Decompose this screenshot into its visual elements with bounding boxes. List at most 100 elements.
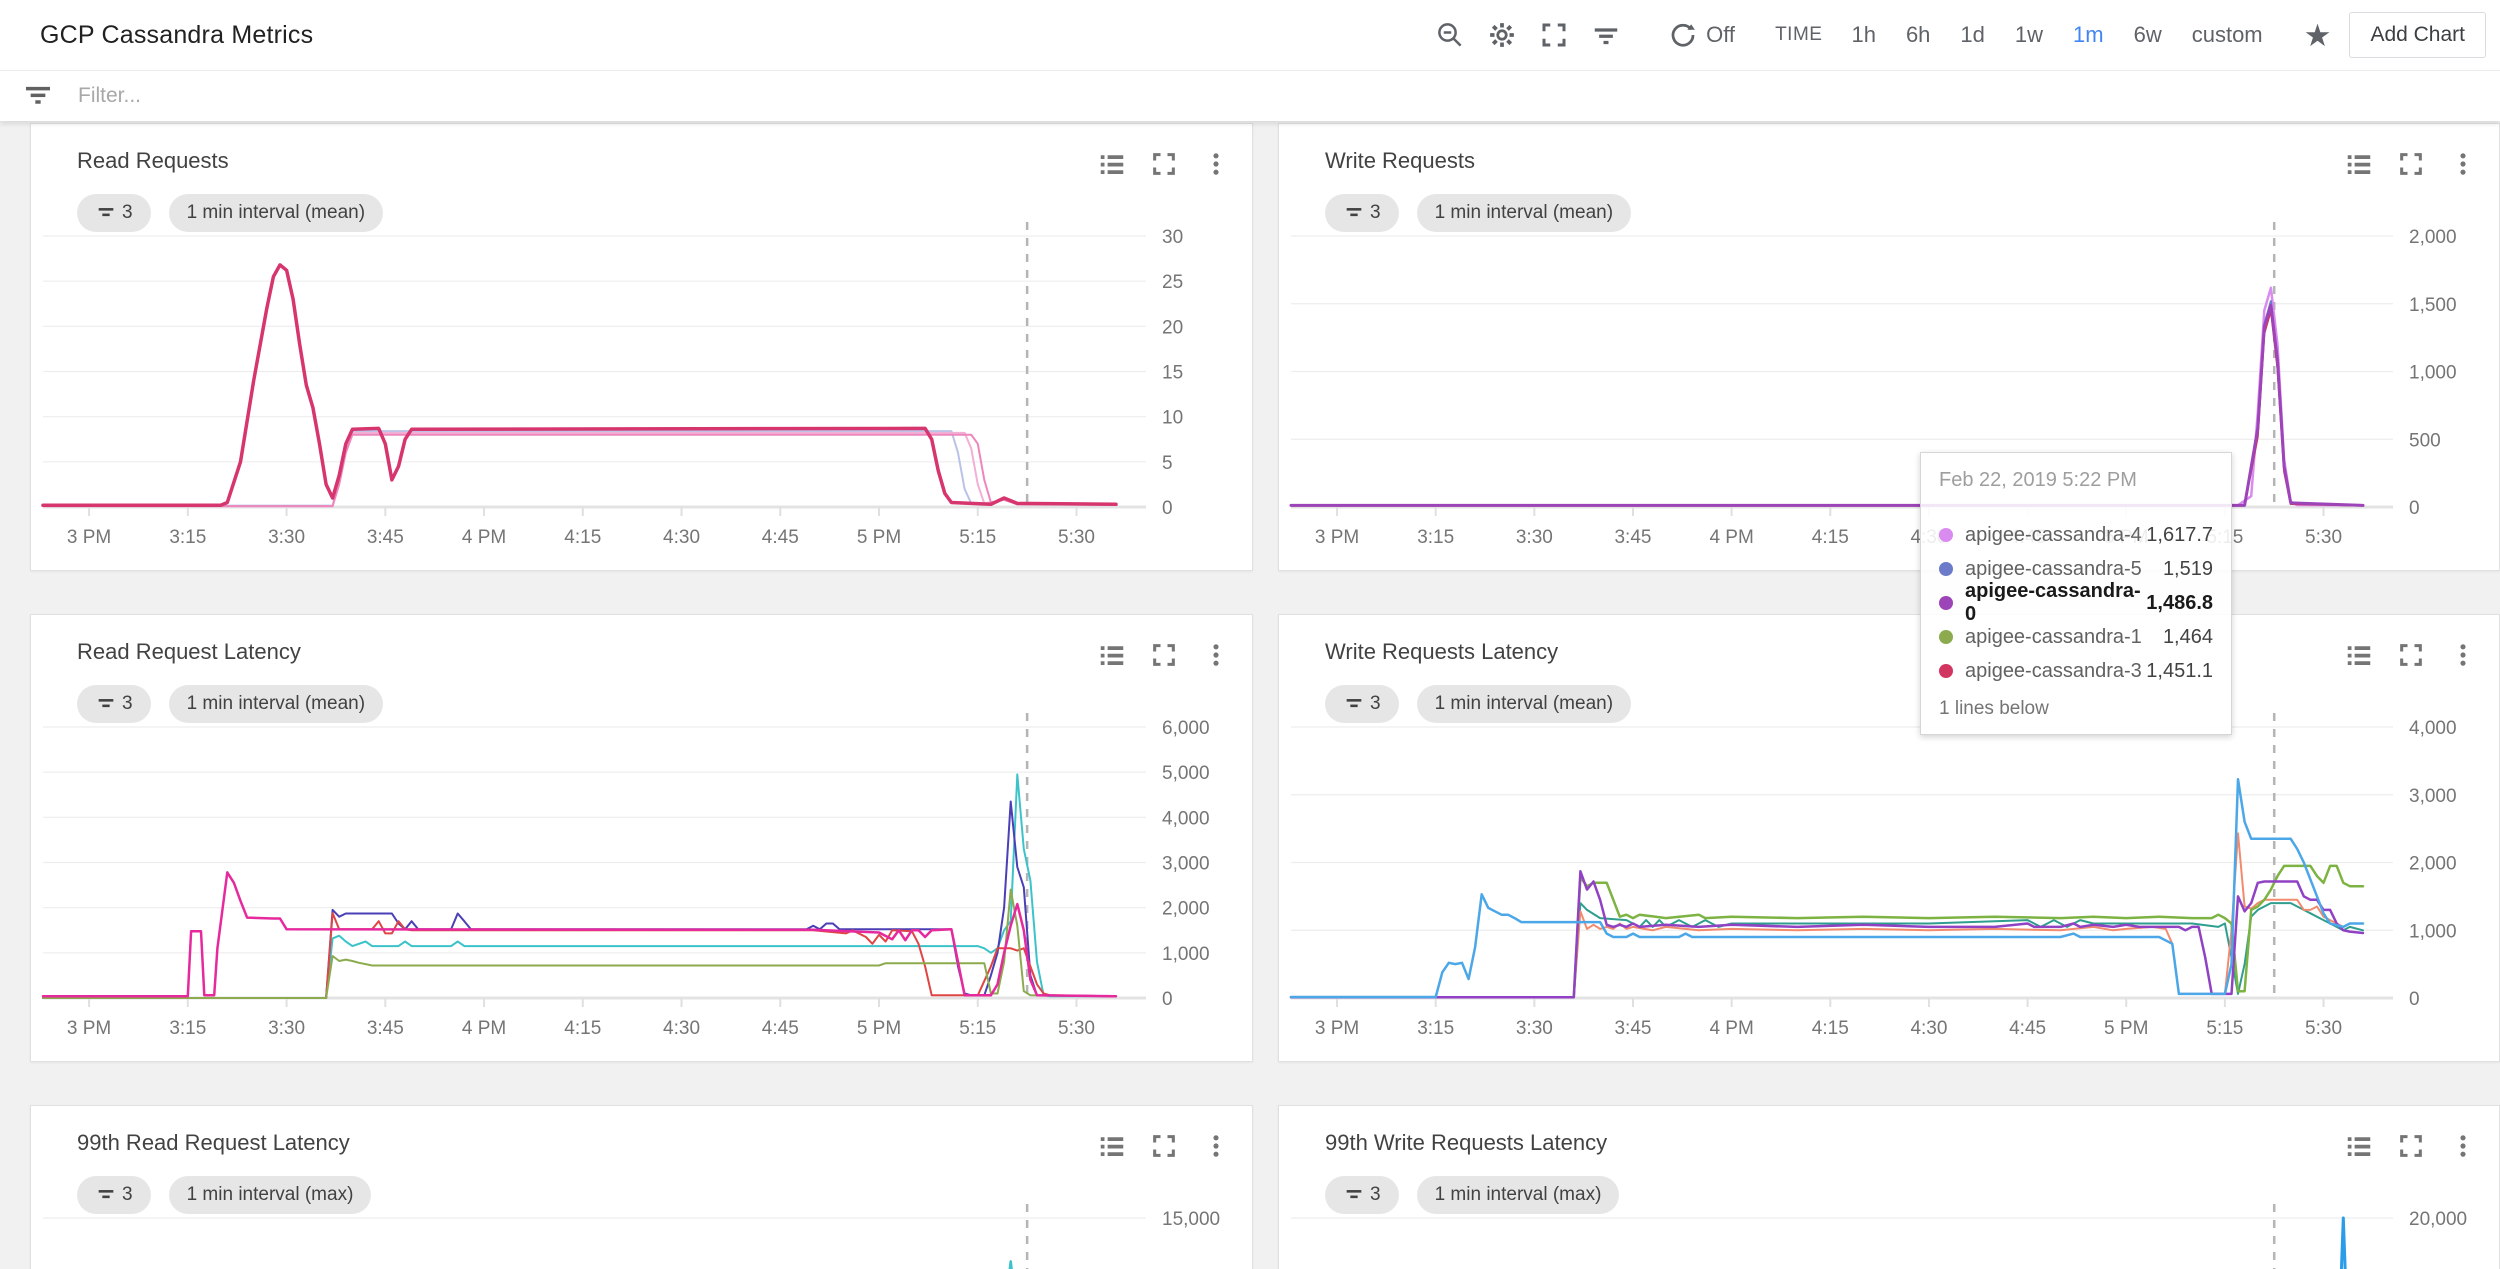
interval-chip[interactable]: 1 min interval (mean) bbox=[1417, 194, 1631, 232]
filter-icon bbox=[22, 78, 54, 115]
svg-text:3:30: 3:30 bbox=[268, 527, 305, 548]
chart-plot[interactable]: 05001,0001,5002,0003 PM3:153:303:454 PM4… bbox=[1279, 124, 2499, 570]
svg-text:0: 0 bbox=[2409, 498, 2420, 519]
svg-text:4:45: 4:45 bbox=[762, 527, 799, 548]
fullscreen-icon[interactable] bbox=[1148, 1130, 1180, 1162]
fullscreen-icon[interactable] bbox=[2395, 1130, 2427, 1162]
svg-text:3:30: 3:30 bbox=[268, 1018, 305, 1039]
tooltip-row: apigee-cassandra-4 1,617.7 bbox=[1939, 518, 2213, 552]
svg-text:3:15: 3:15 bbox=[169, 1018, 206, 1039]
series-color-dot bbox=[1939, 630, 1953, 644]
svg-text:3 PM: 3 PM bbox=[1315, 527, 1359, 548]
filter-count-chip[interactable]: 3 bbox=[77, 194, 151, 232]
interval-chip[interactable]: 1 min interval (mean) bbox=[169, 685, 383, 723]
svg-text:3:45: 3:45 bbox=[367, 527, 404, 548]
svg-text:3:15: 3:15 bbox=[1417, 1018, 1454, 1039]
more-vert-icon[interactable] bbox=[1200, 639, 1232, 671]
chart-plot[interactable]: 01,0002,0003,0004,0005,0006,0003 PM3:153… bbox=[31, 615, 1252, 1061]
svg-text:2,000: 2,000 bbox=[2409, 854, 2457, 875]
time-range-1d[interactable]: 1d bbox=[1945, 22, 1999, 48]
time-range-6w[interactable]: 6w bbox=[2119, 22, 2177, 48]
chart-plot[interactable]: 0510152025303 PM3:153:303:454 PM4:154:30… bbox=[31, 124, 1252, 570]
svg-text:5 PM: 5 PM bbox=[2104, 1018, 2148, 1039]
legend-list-icon[interactable] bbox=[1096, 1130, 1128, 1162]
svg-text:4:45: 4:45 bbox=[2009, 1018, 2046, 1039]
more-vert-icon[interactable] bbox=[2447, 1130, 2479, 1162]
more-vert-icon[interactable] bbox=[2447, 148, 2479, 180]
svg-text:2,000: 2,000 bbox=[1162, 899, 1210, 920]
svg-text:5 PM: 5 PM bbox=[857, 527, 901, 548]
legend-list-icon[interactable] bbox=[2343, 1130, 2375, 1162]
fullscreen-icon[interactable] bbox=[1148, 639, 1180, 671]
fullscreen-icon[interactable] bbox=[2395, 639, 2427, 671]
svg-text:3 PM: 3 PM bbox=[1315, 1018, 1359, 1039]
interval-chip[interactable]: 1 min interval (max) bbox=[169, 1176, 372, 1214]
svg-text:1,000: 1,000 bbox=[2409, 363, 2457, 384]
svg-text:5:15: 5:15 bbox=[2206, 1018, 2243, 1039]
filter-count-chip[interactable]: 3 bbox=[1325, 194, 1399, 232]
legend-list-icon[interactable] bbox=[2343, 639, 2375, 671]
svg-text:3:15: 3:15 bbox=[169, 527, 206, 548]
chart-card-99th-write-requests-latency: 20,000 99th Write Requests Latency 3 1 m… bbox=[1278, 1105, 2500, 1269]
chart-title: Write Requests bbox=[1325, 148, 1475, 174]
auto-refresh-toggle[interactable]: Off bbox=[1666, 18, 1735, 52]
interval-chip[interactable]: 1 min interval (mean) bbox=[1417, 685, 1631, 723]
time-range-1h[interactable]: 1h bbox=[1836, 22, 1890, 48]
tooltip-row: apigee-cassandra-1 1,464 bbox=[1939, 620, 2213, 654]
fullscreen-icon[interactable] bbox=[1148, 148, 1180, 180]
svg-text:3,000: 3,000 bbox=[2409, 786, 2457, 807]
fullscreen-icon[interactable] bbox=[1537, 18, 1571, 52]
svg-text:5:15: 5:15 bbox=[959, 527, 996, 548]
time-range-6h[interactable]: 6h bbox=[1891, 22, 1945, 48]
chart-title: Read Requests bbox=[77, 148, 229, 174]
filter-count-chip[interactable]: 3 bbox=[77, 685, 151, 723]
refresh-state-label: Off bbox=[1706, 22, 1735, 48]
filter-input[interactable] bbox=[76, 83, 680, 109]
svg-text:3:30: 3:30 bbox=[1516, 1018, 1553, 1039]
svg-text:4:45: 4:45 bbox=[762, 1018, 799, 1039]
svg-text:3 PM: 3 PM bbox=[67, 1018, 111, 1039]
tooltip-row: apigee-cassandra-0 1,486.8 bbox=[1939, 586, 2213, 620]
header-actions: Off TIME 1h 6h 1d 1w 1m 6w custom ★ Add … bbox=[1424, 0, 2486, 70]
chart-title: Read Request Latency bbox=[77, 639, 301, 665]
svg-text:5 PM: 5 PM bbox=[857, 1018, 901, 1039]
settings-gear-icon[interactable] bbox=[1485, 18, 1519, 52]
interval-chip[interactable]: 1 min interval (max) bbox=[1417, 1176, 1620, 1214]
chart-card-99th-read-request-latency: 15,000 99th Read Request Latency 3 1 min… bbox=[30, 1105, 1253, 1269]
fullscreen-icon[interactable] bbox=[2395, 148, 2427, 180]
chart-plot[interactable]: 01,0002,0003,0004,0003 PM3:153:303:454 P… bbox=[1279, 615, 2499, 1061]
svg-text:10: 10 bbox=[1162, 408, 1183, 429]
more-vert-icon[interactable] bbox=[1200, 1130, 1232, 1162]
more-vert-icon[interactable] bbox=[1200, 148, 1232, 180]
legend-list-icon[interactable] bbox=[2343, 148, 2375, 180]
filter-count-chip[interactable]: 3 bbox=[77, 1176, 151, 1214]
svg-text:5,000: 5,000 bbox=[1162, 763, 1210, 784]
time-range-1m[interactable]: 1m bbox=[2058, 22, 2119, 48]
svg-text:3:30: 3:30 bbox=[1516, 527, 1553, 548]
favorite-star-icon[interactable]: ★ bbox=[2304, 20, 2332, 51]
svg-text:3:45: 3:45 bbox=[1614, 527, 1651, 548]
legend-list-icon[interactable] bbox=[1096, 148, 1128, 180]
filter-list-icon[interactable] bbox=[1589, 18, 1623, 52]
svg-text:5:30: 5:30 bbox=[2305, 1018, 2342, 1039]
svg-text:500: 500 bbox=[2409, 430, 2441, 451]
filter-count-chip[interactable]: 3 bbox=[1325, 685, 1399, 723]
series-color-dot bbox=[1939, 528, 1953, 542]
zoom-out-icon[interactable] bbox=[1433, 18, 1467, 52]
filter-count-chip[interactable]: 3 bbox=[1325, 1176, 1399, 1214]
svg-text:3 PM: 3 PM bbox=[67, 527, 111, 548]
svg-text:0: 0 bbox=[2409, 989, 2420, 1010]
svg-text:3:45: 3:45 bbox=[1614, 1018, 1651, 1039]
interval-chip[interactable]: 1 min interval (mean) bbox=[169, 194, 383, 232]
legend-list-icon[interactable] bbox=[1096, 639, 1128, 671]
add-chart-button[interactable]: Add Chart bbox=[2349, 12, 2486, 58]
more-vert-icon[interactable] bbox=[2447, 639, 2479, 671]
refresh-icon bbox=[1666, 18, 1700, 52]
series-color-dot bbox=[1939, 562, 1953, 576]
dashboard-page: GCP Cassandra Metrics bbox=[0, 0, 2500, 1269]
svg-text:4:15: 4:15 bbox=[1812, 1018, 1849, 1039]
time-range-1w[interactable]: 1w bbox=[2000, 22, 2058, 48]
svg-text:5:30: 5:30 bbox=[1058, 527, 1095, 548]
svg-text:5:30: 5:30 bbox=[1058, 1018, 1095, 1039]
time-range-custom[interactable]: custom bbox=[2177, 22, 2278, 48]
